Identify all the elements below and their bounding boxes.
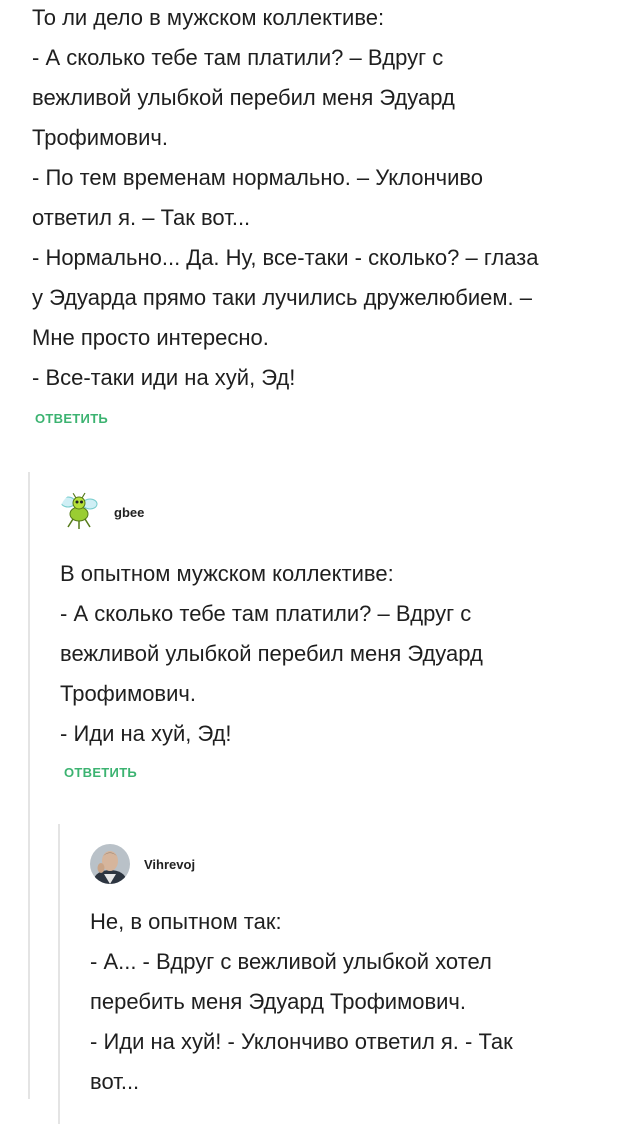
comment-line: - Иди на хуй! - Уклончиво ответил я. - Т…	[90, 1029, 513, 1054]
user-photo-avatar[interactable]	[90, 844, 130, 884]
comment-line: - А... - Вдруг с вежливой улыбкой хотел	[90, 949, 492, 974]
comment-line: - Иди на хуй, Эд!	[60, 721, 232, 746]
comment-author[interactable]: Vihrevoj	[90, 844, 195, 884]
author-name[interactable]: Vihrevoj	[144, 857, 195, 872]
comment-line: - По тем временам нормально. – Уклончиво	[32, 165, 484, 190]
comment-author[interactable]: gbee	[60, 492, 144, 532]
comment-line: - Все-таки иди на хуй, Эд!	[32, 365, 296, 390]
reply-thread-gbee: gbee В опытном мужском коллективе: - А с…	[28, 472, 640, 1124]
top-comment: То ли дело в мужском коллективе: - А ско…	[32, 0, 632, 426]
comment-line: у Эдуарда прямо таки лучились дружелюбие…	[32, 285, 532, 310]
comment-line: вежливой улыбкой перебил меня Эдуард	[32, 85, 455, 110]
comment-line: вот...	[90, 1069, 140, 1094]
bee-icon[interactable]	[60, 492, 100, 532]
top-comment-text: То ли дело в мужском коллективе: - А ско…	[32, 0, 632, 398]
comment-line: - А сколько тебе там платили? – Вдруг с	[60, 601, 472, 626]
comment-line: Трофимович.	[32, 125, 168, 150]
author-name[interactable]: gbee	[114, 505, 144, 520]
reply-1-text: В опытном мужском коллективе: - А скольк…	[60, 554, 630, 754]
reply-thread-vihrevoj: Vihrevoj Не, в опытном так: - А... - Вдр…	[58, 824, 640, 1124]
comment-line: То ли дело в мужском коллективе:	[32, 5, 385, 30]
comment-line: перебить меня Эдуард Трофимович.	[90, 989, 467, 1014]
comment-line: Мне просто интересно.	[32, 325, 269, 350]
reply-link-top[interactable]: ОТВЕТИТЬ	[35, 411, 108, 426]
reply-2-text: Не, в опытном так: - А... - Вдруг с вежл…	[90, 902, 630, 1102]
reply-link-gbee[interactable]: ОТВЕТИТЬ	[64, 765, 137, 780]
comment-line: Трофимович.	[60, 681, 196, 706]
comment-line: - Нормально... Да. Ну, все-таки - скольк…	[32, 245, 539, 270]
comment-line: ответил я. – Так вот...	[32, 205, 251, 230]
comment-line: В опытном мужском коллективе:	[60, 561, 394, 586]
comment-line: вежливой улыбкой перебил меня Эдуард	[60, 641, 483, 666]
comment-line: - А сколько тебе там платили? – Вдруг с	[32, 45, 444, 70]
comment-line: Не, в опытном так:	[90, 909, 282, 934]
